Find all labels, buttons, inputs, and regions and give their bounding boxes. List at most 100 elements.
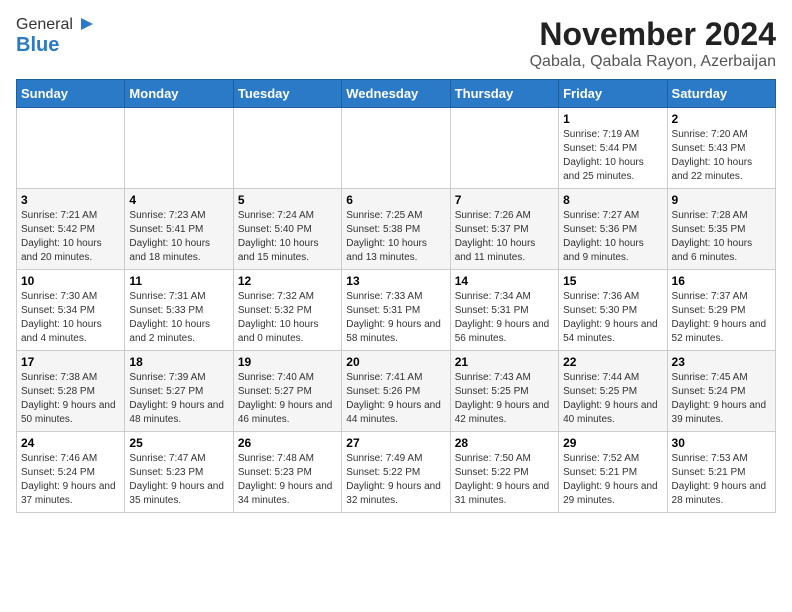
day-info: Sunrise: 7:28 AM Sunset: 5:35 PM Dayligh… [672,209,771,265]
calendar-cell: 29Sunrise: 7:52 AM Sunset: 5:21 PM Dayli… [559,432,667,513]
calendar-week-row: 24Sunrise: 7:46 AM Sunset: 5:24 PM Dayli… [17,432,776,513]
header-cell-saturday: Saturday [667,80,775,108]
calendar-cell: 14Sunrise: 7:34 AM Sunset: 5:31 PM Dayli… [450,270,558,351]
calendar-cell: 4 Sunrise: 7:23 AM Sunset: 5:41 PM Daylig… [125,189,233,270]
day-number: 12 [238,274,337,288]
day-number: 24 [21,436,120,450]
day-number: 7 [455,193,554,207]
calendar-cell: 7 Sunrise: 7:26 AM Sunset: 5:37 PM Daylig… [450,189,558,270]
title-area: November 2024 Qabala, Qabala Rayon, Azer… [530,16,776,71]
calendar-cell: 12 Sunrise: 7:32 AM Sunset: 5:32 PM Dayli… [233,270,341,351]
calendar-cell: 21 Sunrise: 7:43 AM Sunset: 5:25 PM Dayli… [450,351,558,432]
calendar-cell: 17 Sunrise: 7:38 AM Sunset: 5:28 PM Dayli… [17,351,125,432]
day-number: 9 [672,193,771,207]
calendar-cell [17,108,125,189]
calendar-cell: 22 Sunrise: 7:44 AM Sunset: 5:25 PM Dayli… [559,351,667,432]
day-number: 30 [672,436,771,450]
day-number: 6 [346,193,445,207]
calendar-cell: 16 Sunrise: 7:37 AM Sunset: 5:29 PM Dayli… [667,270,775,351]
calendar-week-row: 17 Sunrise: 7:38 AM Sunset: 5:28 PM Dayli… [17,351,776,432]
calendar-cell [233,108,341,189]
day-info: Sunrise: 7:50 AM Sunset: 5:22 PM Dayligh… [455,452,554,508]
day-number: 10 [21,274,120,288]
day-info: Sunrise: 7:40 AM Sunset: 5:27 PM Dayligh… [238,371,337,427]
day-number: 25 [129,436,228,450]
day-number: 18 [129,355,228,369]
page-subtitle: Qabala, Qabala Rayon, Azerbaijan [530,53,776,71]
header-cell-sunday: Sunday [17,80,125,108]
calendar-cell: 28 Sunrise: 7:50 AM Sunset: 5:22 PM Dayli… [450,432,558,513]
calendar-week-row: 1Sunrise: 7:19 AM Sunset: 5:44 PM Daylig… [17,108,776,189]
day-info: Sunrise: 7:49 AM Sunset: 5:22 PM Dayligh… [346,452,445,508]
day-info: Sunrise: 7:26 AM Sunset: 5:37 PM Dayligh… [455,209,554,265]
day-info: Sunrise: 7:33 AM Sunset: 5:31 PM Dayligh… [346,290,445,346]
calendar-header-row: SundayMondayTuesdayWednesdayThursdayFrid… [17,80,776,108]
day-number: 11 [129,274,228,288]
calendar-cell: 19 Sunrise: 7:40 AM Sunset: 5:27 PM Dayli… [233,351,341,432]
day-number: 23 [672,355,771,369]
calendar-cell: 10 Sunrise: 7:30 AM Sunset: 5:34 PM Dayli… [17,270,125,351]
logo-general-text: General [16,16,73,34]
day-info: Sunrise: 7:44 AM Sunset: 5:25 PM Dayligh… [563,371,662,427]
day-info: Sunrise: 7:45 AM Sunset: 5:24 PM Dayligh… [672,371,771,427]
calendar-cell: 26Sunrise: 7:48 AM Sunset: 5:23 PM Dayli… [233,432,341,513]
day-info: Sunrise: 7:32 AM Sunset: 5:32 PM Dayligh… [238,290,337,346]
header-cell-wednesday: Wednesday [342,80,450,108]
day-info: Sunrise: 7:23 AM Sunset: 5:41 PM Dayligh… [129,209,228,265]
day-info: Sunrise: 7:37 AM Sunset: 5:29 PM Dayligh… [672,290,771,346]
calendar-cell: 20 Sunrise: 7:41 AM Sunset: 5:26 PM Dayli… [342,351,450,432]
calendar-cell: 24Sunrise: 7:46 AM Sunset: 5:24 PM Dayli… [17,432,125,513]
day-number: 5 [238,193,337,207]
day-info: Sunrise: 7:39 AM Sunset: 5:27 PM Dayligh… [129,371,228,427]
calendar-cell: 6 Sunrise: 7:25 AM Sunset: 5:38 PM Daylig… [342,189,450,270]
logo-icon [75,16,93,34]
calendar-cell: 13Sunrise: 7:33 AM Sunset: 5:31 PM Dayli… [342,270,450,351]
day-info: Sunrise: 7:30 AM Sunset: 5:34 PM Dayligh… [21,290,120,346]
calendar-cell: 18 Sunrise: 7:39 AM Sunset: 5:27 PM Dayli… [125,351,233,432]
day-info: Sunrise: 7:53 AM Sunset: 5:21 PM Dayligh… [672,452,771,508]
day-number: 28 [455,436,554,450]
calendar-cell: 27 Sunrise: 7:49 AM Sunset: 5:22 PM Dayli… [342,432,450,513]
day-number: 20 [346,355,445,369]
header-cell-thursday: Thursday [450,80,558,108]
day-info: Sunrise: 7:47 AM Sunset: 5:23 PM Dayligh… [129,452,228,508]
calendar-cell: 5 Sunrise: 7:24 AM Sunset: 5:40 PM Daylig… [233,189,341,270]
header-cell-monday: Monday [125,80,233,108]
calendar-cell: 25 Sunrise: 7:47 AM Sunset: 5:23 PM Dayli… [125,432,233,513]
day-number: 16 [672,274,771,288]
calendar-week-row: 3 Sunrise: 7:21 AM Sunset: 5:42 PM Daylig… [17,189,776,270]
day-number: 8 [563,193,662,207]
day-number: 22 [563,355,662,369]
day-info: Sunrise: 7:31 AM Sunset: 5:33 PM Dayligh… [129,290,228,346]
calendar-cell: 8 Sunrise: 7:27 AM Sunset: 5:36 PM Daylig… [559,189,667,270]
day-number: 3 [21,193,120,207]
calendar-cell: 11 Sunrise: 7:31 AM Sunset: 5:33 PM Dayli… [125,270,233,351]
day-number: 26 [238,436,337,450]
calendar-cell: 30 Sunrise: 7:53 AM Sunset: 5:21 PM Dayli… [667,432,775,513]
page-title: November 2024 [530,16,776,53]
day-info: Sunrise: 7:25 AM Sunset: 5:38 PM Dayligh… [346,209,445,265]
calendar-cell [342,108,450,189]
day-info: Sunrise: 7:38 AM Sunset: 5:28 PM Dayligh… [21,371,120,427]
logo: General Blue [16,16,93,57]
logo-blue-text: Blue [16,34,59,57]
day-number: 4 [129,193,228,207]
day-info: Sunrise: 7:27 AM Sunset: 5:36 PM Dayligh… [563,209,662,265]
day-info: Sunrise: 7:21 AM Sunset: 5:42 PM Dayligh… [21,209,120,265]
day-info: Sunrise: 7:36 AM Sunset: 5:30 PM Dayligh… [563,290,662,346]
day-info: Sunrise: 7:19 AM Sunset: 5:44 PM Dayligh… [563,128,662,184]
day-number: 27 [346,436,445,450]
day-info: Sunrise: 7:43 AM Sunset: 5:25 PM Dayligh… [455,371,554,427]
calendar-body: 1Sunrise: 7:19 AM Sunset: 5:44 PM Daylig… [17,108,776,513]
day-info: Sunrise: 7:20 AM Sunset: 5:43 PM Dayligh… [672,128,771,184]
calendar-cell: 2Sunrise: 7:20 AM Sunset: 5:43 PM Daylig… [667,108,775,189]
day-number: 17 [21,355,120,369]
header: General Blue November 2024 Qabala, Qabal… [16,16,776,71]
header-cell-friday: Friday [559,80,667,108]
day-number: 14 [455,274,554,288]
day-info: Sunrise: 7:41 AM Sunset: 5:26 PM Dayligh… [346,371,445,427]
day-number: 19 [238,355,337,369]
day-number: 21 [455,355,554,369]
calendar-cell: 23 Sunrise: 7:45 AM Sunset: 5:24 PM Dayli… [667,351,775,432]
day-info: Sunrise: 7:24 AM Sunset: 5:40 PM Dayligh… [238,209,337,265]
